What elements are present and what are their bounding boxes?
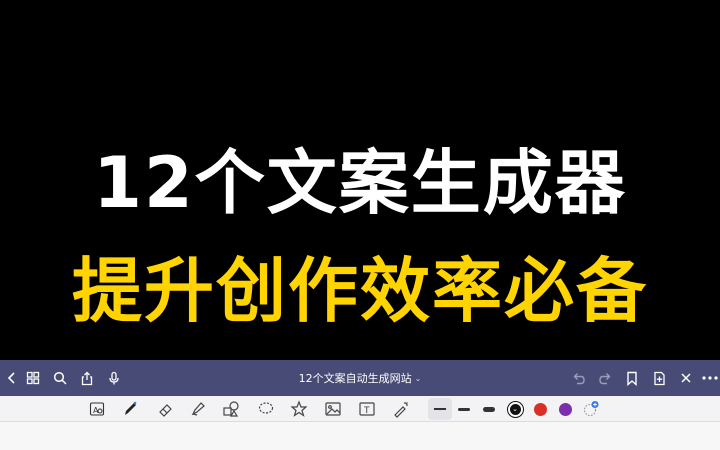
redo-icon[interactable] — [593, 366, 617, 390]
color-red-swatch — [533, 402, 547, 416]
add-color-button[interactable] — [580, 398, 602, 420]
microphone-icon[interactable] — [102, 366, 126, 390]
headline-secondary: 提升创作效率必备 — [72, 250, 648, 332]
headline-primary: 12个文案生成器 — [93, 142, 627, 224]
grid-icon[interactable] — [21, 366, 45, 390]
stroke-thin-swatch — [434, 408, 446, 410]
drawing-toolbar: A T ⌄ — [0, 396, 720, 422]
color-black[interactable]: ⌄ — [504, 398, 526, 420]
highlighter-icon[interactable] — [187, 398, 209, 420]
lasso-icon[interactable] — [255, 398, 277, 420]
add-page-icon[interactable] — [647, 366, 671, 390]
stroke-medium-swatch — [458, 407, 470, 411]
chevron-down-icon: ⌄ — [512, 404, 518, 413]
color-purple[interactable] — [554, 398, 576, 420]
shapes-icon[interactable] — [220, 398, 242, 420]
sticker-icon[interactable] — [288, 398, 310, 420]
stroke-thick[interactable] — [478, 398, 500, 420]
color-purple-swatch — [558, 402, 572, 416]
chevron-down-icon: ⌄ — [414, 373, 422, 383]
close-icon[interactable] — [674, 366, 698, 390]
undo-icon[interactable] — [566, 366, 590, 390]
notes-canvas[interactable] — [0, 422, 720, 450]
more-icon[interactable] — [698, 366, 720, 390]
pen-icon[interactable] — [119, 398, 141, 420]
share-icon[interactable] — [75, 366, 99, 390]
stroke-medium[interactable] — [453, 398, 475, 420]
image-icon[interactable] — [322, 398, 344, 420]
color-black-swatch: ⌄ — [507, 401, 523, 417]
eraser-icon[interactable] — [155, 398, 177, 420]
svg-text:T: T — [363, 406, 370, 416]
lasso-text-icon[interactable]: A — [86, 398, 108, 420]
document-title-text: 12个文案自动生成网站 — [298, 372, 412, 385]
text-box-icon[interactable]: T — [356, 398, 378, 420]
laser-pointer-icon[interactable] — [390, 398, 412, 420]
search-icon[interactable] — [48, 366, 72, 390]
notes-app-navbar: 12个文案自动生成网站 ⌄ — [0, 360, 720, 396]
stroke-thin[interactable] — [428, 398, 452, 420]
stroke-thick-swatch — [483, 406, 495, 412]
video-cover: 12个文案生成器 提升创作效率必备 — [0, 0, 720, 360]
bookmark-icon[interactable] — [620, 366, 644, 390]
color-red[interactable] — [529, 398, 551, 420]
document-title[interactable]: 12个文案自动生成网站 ⌄ — [240, 360, 480, 396]
